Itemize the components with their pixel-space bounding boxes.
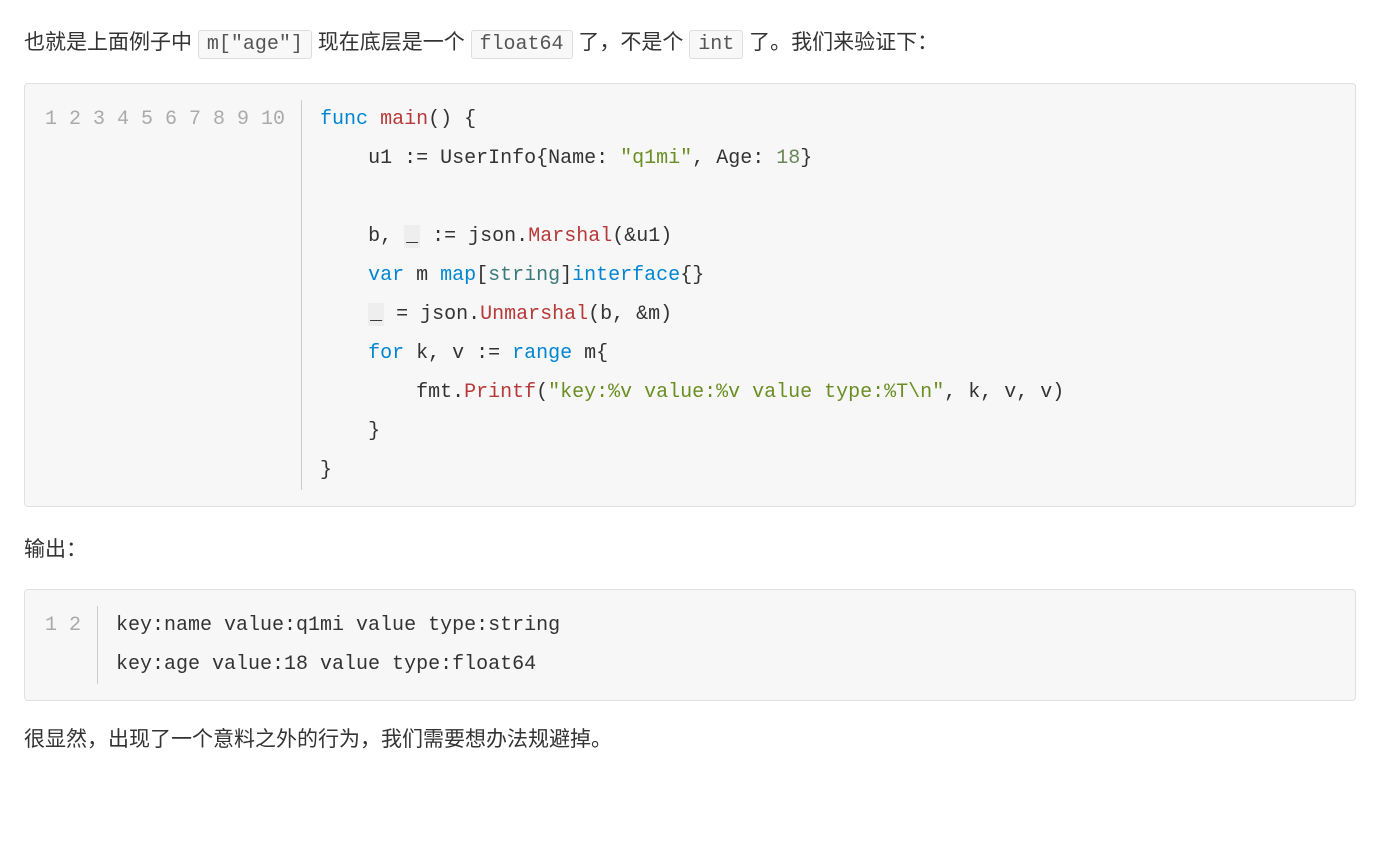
line-numbers: 1 2 3 4 5 6 7 8 9 10 — [45, 100, 302, 490]
inline-code-int: int — [689, 30, 743, 59]
text-segment: 了，不是个 — [573, 31, 690, 54]
text-segment: 也就是上面例子中 — [24, 31, 198, 54]
code-content-go: func main() { u1 := UserInfo{Name: "q1mi… — [320, 100, 1064, 490]
code-block-go: 1 2 3 4 5 6 7 8 9 10 func main() { u1 :=… — [24, 83, 1356, 507]
line-numbers: 1 2 — [45, 606, 98, 684]
output-label: 输出： — [24, 531, 1356, 569]
text-segment: 现在底层是一个 — [312, 31, 471, 54]
inline-code-float64: float64 — [471, 30, 573, 59]
inline-code-mage: m["age"] — [198, 30, 312, 59]
paragraph-conclusion: 很显然，出现了一个意料之外的行为，我们需要想办法规避掉。 — [24, 721, 1356, 759]
code-content-output: key:name value:q1mi value type:string ke… — [116, 606, 560, 684]
paragraph-intro: 也就是上面例子中 m["age"] 现在底层是一个 float64 了，不是个 … — [24, 24, 1356, 63]
code-block-output: 1 2 key:name value:q1mi value type:strin… — [24, 589, 1356, 701]
text-segment: 了。我们来验证下： — [743, 31, 938, 54]
